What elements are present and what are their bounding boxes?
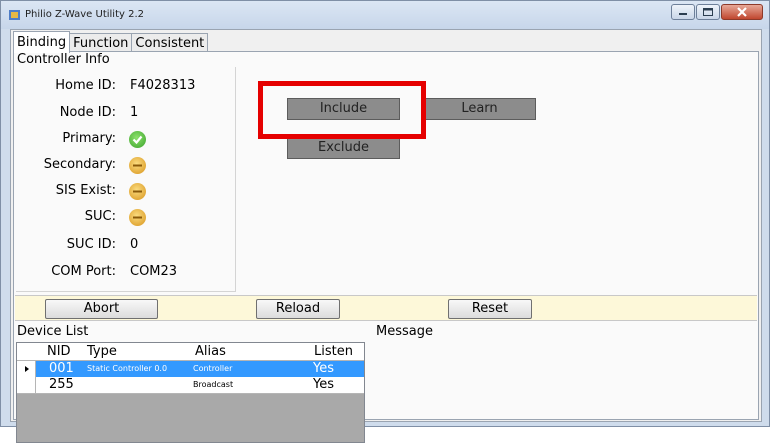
tab-consistent[interactable]: Consistent [131, 33, 209, 53]
node-id-value: 1 [130, 105, 139, 120]
message-area[interactable] [375, 340, 759, 441]
table-row[interactable]: 001 Static Controller 0.0 Controller Yes [17, 361, 364, 377]
controller-info-panel: Home ID: F4028313 Node ID: 1 Primary: Se… [16, 67, 236, 292]
column-header-type[interactable]: Type [87, 344, 117, 359]
com-port-label: COM Port: [51, 264, 116, 279]
maximize-button[interactable] [696, 4, 720, 20]
close-button[interactable] [721, 4, 763, 20]
cell-alias: Broadcast [193, 380, 234, 389]
app-window: Philio Z-Wave Utility 2.2 Binding Functi… [0, 0, 770, 443]
tab-strip: Binding Function Consistent [13, 31, 209, 53]
row-pointer-icon [25, 366, 29, 372]
cell-type: Static Controller 0.0 [87, 364, 168, 373]
minimize-icon [679, 13, 687, 15]
suc-id-label: SUC ID: [66, 237, 116, 252]
table-row[interactable]: 255 Broadcast Yes [17, 377, 364, 394]
action-bar: Abort Reload Reset [15, 295, 757, 321]
sis-exist-label: SIS Exist: [55, 183, 116, 198]
row-selector[interactable] [17, 361, 36, 377]
message-title: Message [376, 324, 433, 339]
home-id-value: F4028313 [130, 78, 196, 93]
controller-info-title: Controller Info [17, 52, 110, 67]
suc-label: SUC: [84, 209, 116, 224]
exclude-button[interactable]: Exclude [287, 137, 400, 159]
tab-binding[interactable]: Binding [13, 31, 71, 53]
binding-tab-page: Controller Info Home ID: F4028313 Node I… [13, 51, 759, 443]
cell-nid: 255 [49, 377, 74, 392]
com-port-value: COM23 [130, 264, 178, 279]
suc-id-value: 0 [130, 237, 139, 252]
highlight-box [258, 81, 426, 139]
device-list-title: Device List [17, 324, 89, 339]
reload-button[interactable]: Reload [256, 299, 340, 319]
cell-listen: Yes [313, 361, 334, 376]
warning-icon [129, 183, 146, 200]
device-list-grid[interactable]: NID Type Alias Listen 001 Static Control… [16, 342, 365, 443]
node-id-label: Node ID: [59, 105, 116, 120]
minimize-button[interactable] [671, 4, 695, 20]
window-title: Philio Z-Wave Utility 2.2 [25, 9, 144, 20]
home-id-label: Home ID: [55, 78, 116, 93]
cell-alias: Controller [193, 364, 233, 373]
warning-icon [129, 209, 146, 226]
title-bar[interactable]: Philio Z-Wave Utility 2.2 [1, 1, 769, 29]
secondary-label: Secondary: [43, 157, 116, 172]
app-icon [9, 10, 20, 20]
abort-button[interactable]: Abort [45, 299, 158, 319]
close-icon [737, 7, 747, 17]
check-icon [129, 131, 146, 148]
grid-header: NID Type Alias Listen [17, 343, 364, 361]
reset-button[interactable]: Reset [448, 299, 532, 319]
tab-function[interactable]: Function [69, 33, 133, 53]
row-selector[interactable] [17, 377, 36, 393]
primary-label: Primary: [62, 131, 116, 146]
warning-icon [129, 157, 146, 174]
cell-nid: 001 [49, 361, 74, 376]
column-header-listen[interactable]: Listen [314, 344, 353, 359]
client-area: Binding Function Consistent Controller I… [10, 29, 762, 443]
column-header-nid[interactable]: NID [47, 344, 71, 359]
column-header-alias[interactable]: Alias [195, 344, 226, 359]
cell-listen: Yes [313, 377, 334, 392]
maximize-icon [703, 8, 713, 16]
learn-button[interactable]: Learn [423, 98, 536, 120]
